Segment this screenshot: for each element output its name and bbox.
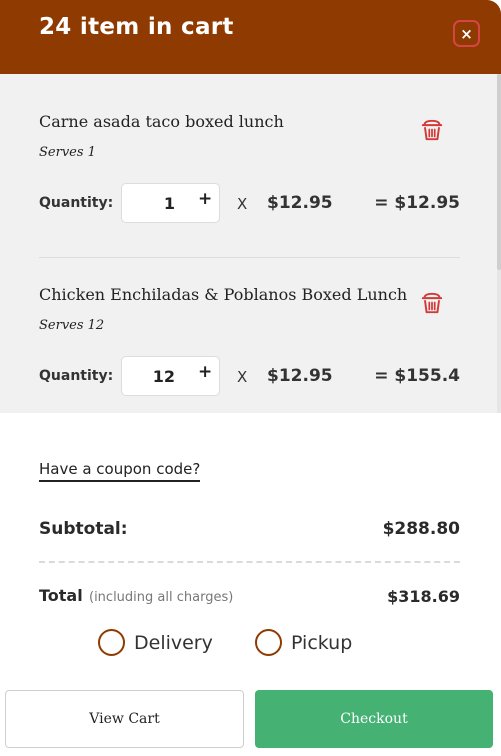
item-serves: Serves 12	[39, 318, 105, 333]
item-serves: Serves 1	[39, 145, 96, 160]
quantity-stepper[interactable]: 12 +	[121, 356, 220, 396]
trash-icon[interactable]	[419, 290, 445, 316]
line-total: = $12.95	[374, 193, 460, 213]
coupon-link[interactable]: Have a coupon code?	[39, 460, 201, 482]
close-button[interactable]: ×	[453, 20, 480, 47]
cart-item: Chicken Enchiladas & Poblanos Boxed Lunc…	[0, 247, 490, 413]
total-value: $318.69	[387, 587, 460, 606]
pickup-option[interactable]: Pickup	[255, 629, 352, 656]
quantity-value[interactable]: 12	[153, 367, 175, 386]
cart-items-list[interactable]: Carne asada taco boxed lunch Serves 1 Qu…	[0, 74, 501, 413]
multiply-sign: X	[237, 195, 248, 213]
subtotal-value: $288.80	[382, 519, 460, 539]
total-label: Total	[39, 586, 83, 605]
summary-divider	[39, 561, 460, 563]
delivery-option[interactable]: Delivery	[98, 629, 213, 656]
total-note: (including all charges)	[89, 590, 234, 605]
view-cart-button[interactable]: View Cart	[5, 690, 244, 748]
unit-price: $12.95	[267, 366, 333, 386]
quantity-label: Quantity:	[39, 368, 114, 384]
checkout-button[interactable]: Checkout	[255, 690, 493, 748]
delivery-radio[interactable]	[98, 629, 125, 656]
quantity-value[interactable]: 1	[164, 194, 175, 213]
close-icon: ×	[460, 24, 473, 43]
cart-header: 24 item in cart ×	[0, 0, 501, 74]
plus-icon[interactable]: +	[198, 362, 212, 382]
cart-item: Carne asada taco boxed lunch Serves 1 Qu…	[0, 74, 490, 258]
cart-title: 24 item in cart	[39, 14, 234, 40]
scrollbar-thumb[interactable]	[497, 74, 501, 270]
plus-icon[interactable]: +	[198, 189, 212, 209]
pickup-label[interactable]: Pickup	[291, 632, 352, 654]
unit-price: $12.95	[267, 193, 333, 213]
item-name: Chicken Enchiladas & Poblanos Boxed Lunc…	[39, 285, 408, 304]
quantity-stepper[interactable]: 1 +	[121, 183, 220, 223]
item-name: Carne asada taco boxed lunch	[39, 112, 284, 131]
scrollbar-track[interactable]	[497, 74, 501, 413]
delivery-label[interactable]: Delivery	[134, 632, 213, 654]
quantity-label: Quantity:	[39, 195, 114, 211]
line-total: = $155.4	[374, 366, 460, 386]
pickup-radio[interactable]	[255, 629, 282, 656]
multiply-sign: X	[237, 368, 248, 386]
trash-icon[interactable]	[419, 117, 445, 143]
subtotal-label: Subtotal:	[39, 519, 128, 539]
